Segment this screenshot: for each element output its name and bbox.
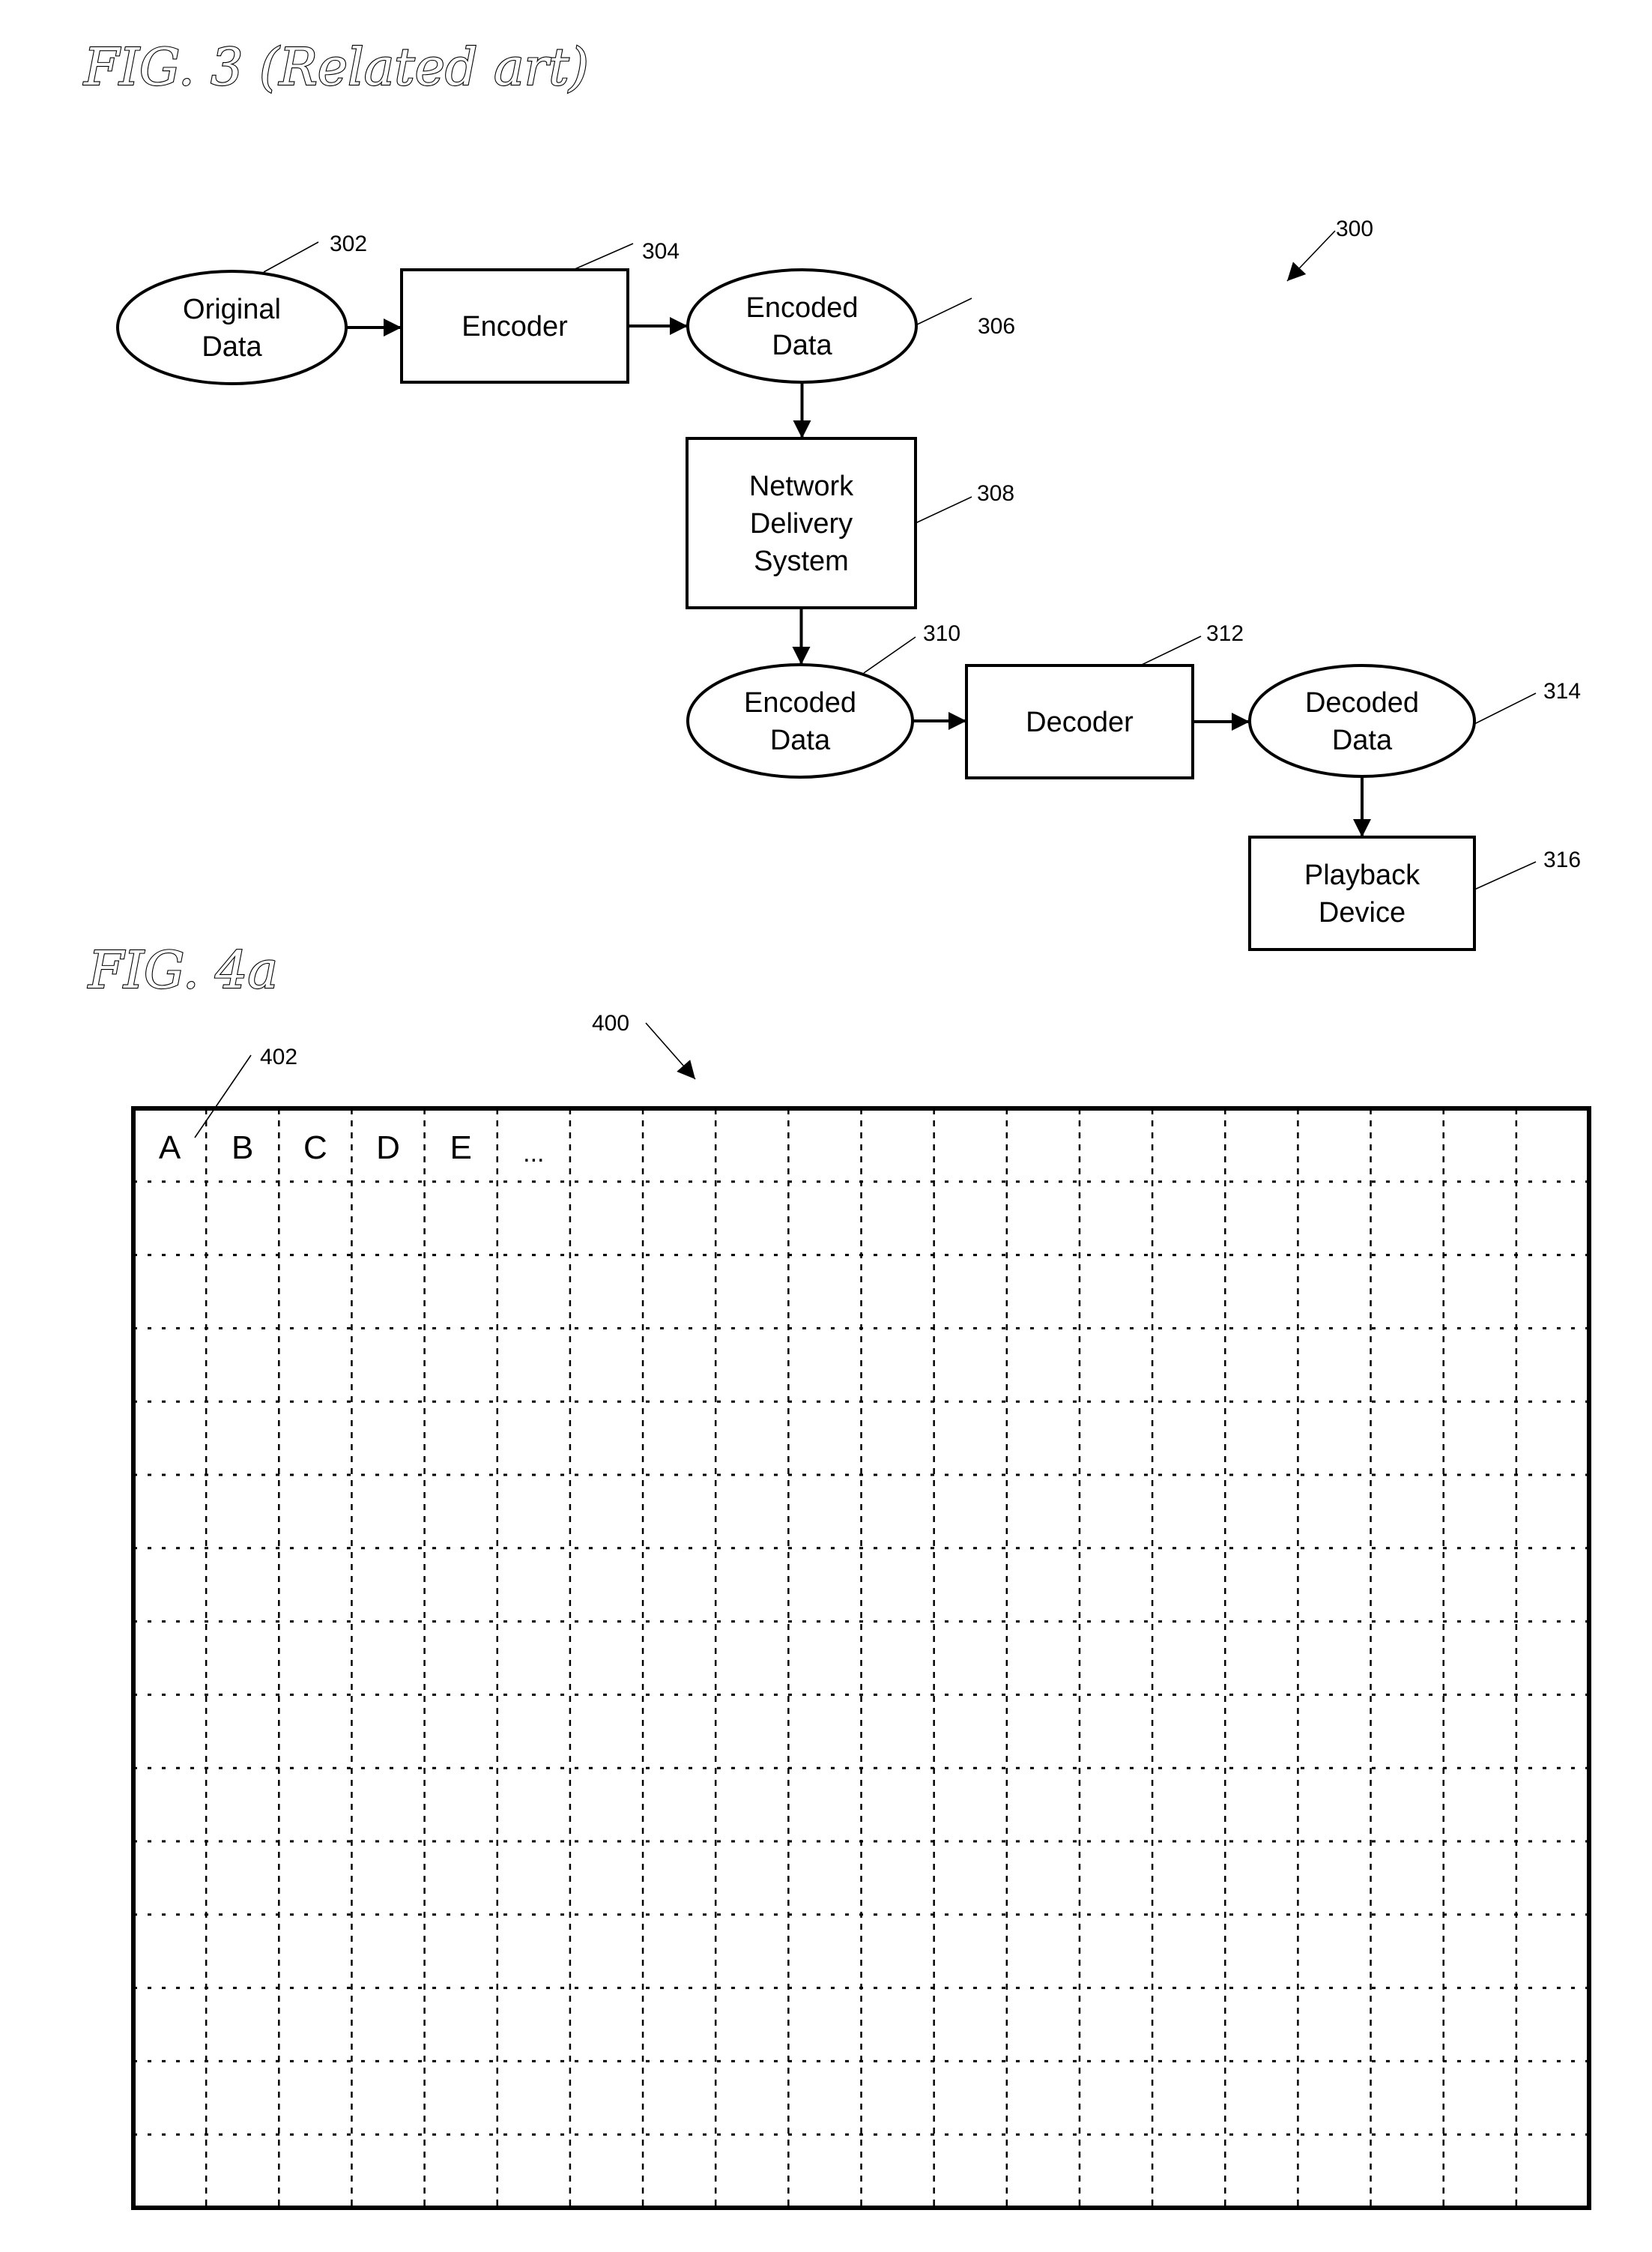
reference-400-arrow (645, 1022, 696, 1080)
node-302-label-line: Data (202, 331, 262, 363)
node-306-reference: 306 (978, 314, 1015, 339)
node-302-reference: 302 (330, 232, 367, 256)
node-304: Encoder 304 (400, 239, 680, 384)
node-312: Decoder 312 (965, 621, 1244, 779)
node-304-label-line: Encoder (462, 311, 568, 342)
node-316-reference: 316 (1543, 848, 1581, 872)
node-302-ellipse (116, 270, 348, 385)
node-314-label-line: Data (1332, 725, 1393, 756)
node-306: Encoded Data 306 (686, 268, 1015, 384)
node-310-leader (863, 636, 916, 674)
node-308-label-line: Delivery (750, 508, 853, 540)
flow-nodes: Original Data 302 Encoder 304 Encoded Data 306 N… (116, 232, 1581, 951)
node-312-reference: 312 (1206, 621, 1244, 646)
grid-cell-label: E (450, 1129, 471, 1166)
node-304-leader (572, 243, 634, 271)
node-310: Encoded Data 310 (686, 621, 960, 779)
node-310-label-line: Data (770, 725, 831, 756)
node-306-leader (915, 298, 972, 326)
figure-3: FIG. 3 (Related art) 300 Original Data 302… (82, 37, 1581, 951)
node-314-reference: 314 (1543, 679, 1581, 704)
grid-cell-label: D (376, 1129, 400, 1166)
reference-400: 400 (592, 1011, 696, 1080)
node-304-reference: 304 (642, 239, 680, 264)
figure-3-title: FIG. 3 (Related art) (82, 38, 589, 97)
node-302-label-line: Original (183, 294, 281, 325)
node-316-box (1248, 836, 1476, 951)
grid-cell-label: ... (523, 1139, 544, 1168)
patent-drawing-sheet: FIG. 3 (Related art) 300 Original Data 302… (82, 37, 1591, 2210)
node-302: Original Data 302 (116, 232, 367, 385)
node-310-ellipse (686, 663, 914, 779)
grid-cell-label: C (303, 1129, 327, 1166)
pixel-grid: A B C D E... (131, 1106, 1591, 2210)
reference-300: 300 (1286, 217, 1373, 282)
grid-cell-label: A (159, 1129, 181, 1166)
grid-cell-label: B (232, 1129, 253, 1166)
node-308-label-line: System (754, 546, 849, 577)
reference-300-arrow (1286, 230, 1336, 282)
node-308-reference: 308 (977, 481, 1014, 506)
node-306-label-line: Encoded (745, 292, 858, 324)
figure-4a-title: FIG. 4a (87, 941, 278, 1000)
node-316: Playback Device 316 (1248, 836, 1581, 951)
reference-402: 402 (194, 1045, 297, 1138)
node-314: Decoded Data 314 (1248, 664, 1581, 778)
node-308-leader (915, 496, 972, 524)
node-306-label-line: Data (772, 330, 832, 361)
grid-border (131, 1106, 1591, 2210)
node-308-label-line: Network (749, 471, 854, 502)
node-316-label-line: Playback (1304, 860, 1420, 891)
node-302-leader (263, 241, 319, 273)
node-316-label-line: Device (1319, 897, 1406, 929)
node-306-ellipse (686, 268, 918, 384)
reference-402-leader (194, 1054, 252, 1138)
node-312-leader (1140, 636, 1202, 666)
node-314-ellipse (1248, 664, 1476, 778)
node-312-label-line: Decoder (1026, 707, 1134, 738)
reference-402-label: 402 (260, 1045, 297, 1069)
node-316-leader (1474, 861, 1537, 890)
node-308: Network Delivery System 308 (686, 437, 1014, 609)
node-314-leader (1474, 692, 1537, 725)
reference-300-label: 300 (1336, 217, 1373, 241)
node-310-reference: 310 (923, 621, 960, 646)
node-310-label-line: Encoded (744, 687, 856, 719)
node-314-label-line: Decoded (1305, 687, 1419, 719)
figure-4a: FIG. 4a 400 402 A B C D E... (86, 941, 1591, 2210)
reference-400-label: 400 (592, 1011, 629, 1036)
